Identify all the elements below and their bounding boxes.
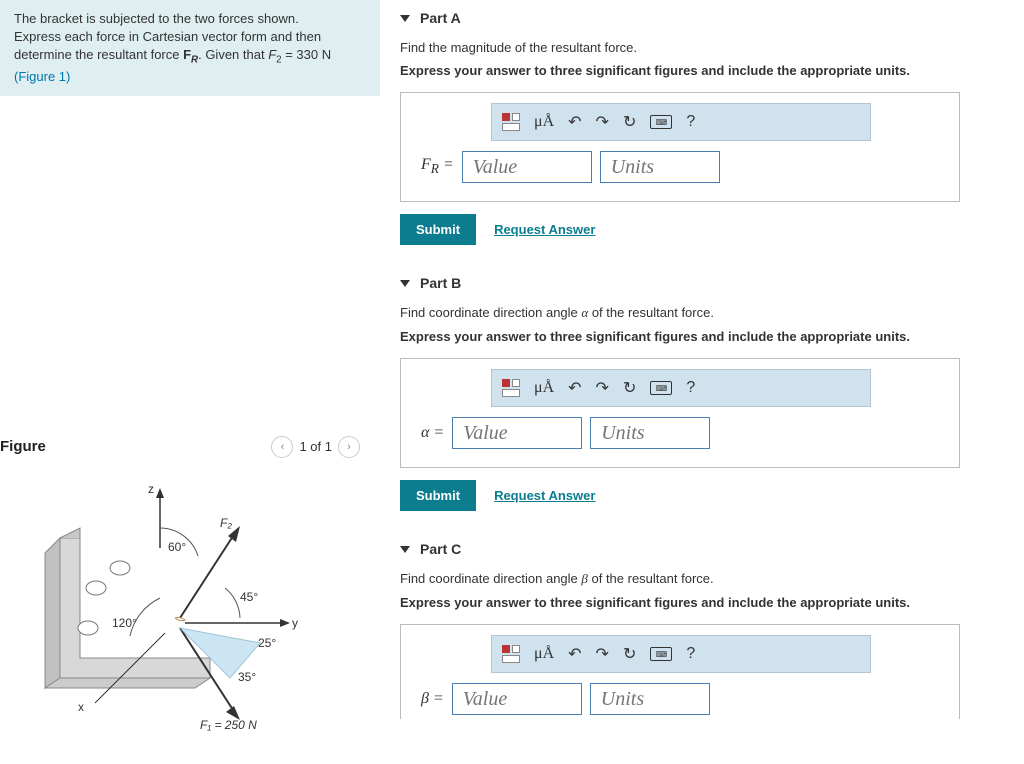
format-toolbar: μÅ ↶ ↷ ↻ ⌨ ? [491,369,871,407]
keyboard-icon[interactable]: ⌨ [650,381,672,395]
units-input-a[interactable] [600,151,720,183]
request-answer-link-b[interactable]: Request Answer [494,488,595,503]
redo-icon[interactable]: ↷ [596,112,609,132]
undo-icon[interactable]: ↶ [568,644,581,664]
reset-icon[interactable]: ↻ [623,112,636,132]
figure-pager-text: 1 of 1 [299,439,332,454]
label-60: 60° [168,540,186,554]
answer-box-b: μÅ ↶ ↷ ↻ ⌨ ? α = [400,358,960,468]
part-c-title: Part C [420,541,461,557]
templates-icon[interactable] [502,645,520,663]
label-25: 25° [258,636,276,650]
answer-box-c: μÅ ↶ ↷ ↻ ⌨ ? β = [400,624,960,719]
part-c: Part C Find coordinate direction angle β… [400,541,1004,719]
units-input-c[interactable] [590,683,710,715]
label-x: x [78,700,84,714]
units-input-b[interactable] [590,417,710,449]
problem-line3-prefix: determine the resultant force [14,47,183,62]
label-35: 35° [238,670,256,684]
help-icon[interactable]: ? [686,113,695,131]
part-b-instruction: Find coordinate direction angle α of the… [400,305,1004,321]
figure-link[interactable]: (Figure 1) [14,69,70,84]
problem-line3-mid: . Given that [198,47,268,62]
figure-prev-button[interactable]: ‹ [271,436,293,458]
part-a-title: Part A [420,10,461,26]
format-toolbar: μÅ ↶ ↷ ↻ ⌨ ? [491,635,871,673]
var-label-c: β = [421,690,444,708]
figure-title: Figure [0,438,46,455]
collapse-icon[interactable] [400,546,410,553]
problem-line3-val: = 330 N [282,47,332,62]
undo-icon[interactable]: ↶ [568,378,581,398]
units-picker-icon[interactable]: μÅ [534,113,554,131]
reset-icon[interactable]: ↻ [623,378,636,398]
redo-icon[interactable]: ↷ [596,378,609,398]
var-label-a: FR = [421,156,454,177]
part-b: Part B Find coordinate direction angle α… [400,275,1004,511]
templates-icon[interactable] [502,379,520,397]
answer-box-a: μÅ ↶ ↷ ↻ ⌨ ? FR = [400,92,960,202]
problem-statement: The bracket is subjected to the two forc… [0,0,380,96]
value-input-a[interactable] [462,151,592,183]
part-b-title: Part B [420,275,461,291]
problem-line1: The bracket is subjected to the two forc… [14,11,299,26]
label-z: z [148,482,154,496]
undo-icon[interactable]: ↶ [568,112,581,132]
submit-button-a[interactable]: Submit [400,214,476,245]
units-picker-icon[interactable]: μÅ [534,645,554,663]
problem-line2: Express each force in Cartesian vector f… [14,29,321,44]
collapse-icon[interactable] [400,280,410,287]
value-input-b[interactable] [452,417,582,449]
part-a-instruction: Find the magnitude of the resultant forc… [400,40,1004,55]
keyboard-icon[interactable]: ⌨ [650,115,672,129]
help-icon[interactable]: ? [686,379,695,397]
label-120: 120° [112,616,137,630]
help-icon[interactable]: ? [686,645,695,663]
units-picker-icon[interactable]: μÅ [534,379,554,397]
figure-next-button[interactable]: › [338,436,360,458]
reset-icon[interactable]: ↻ [623,644,636,664]
label-45: 45° [240,590,258,604]
redo-icon[interactable]: ↷ [596,644,609,664]
f2-symbol: F [268,47,276,62]
part-a-sub: Express your answer to three significant… [400,63,1004,78]
collapse-icon[interactable] [400,15,410,22]
submit-button-b[interactable]: Submit [400,480,476,511]
figure-pager: ‹ 1 of 1 › [271,436,360,458]
var-label-b: α = [421,424,444,442]
label-f2: F₂ [220,516,232,530]
format-toolbar: μÅ ↶ ↷ ↻ ⌨ ? [491,103,871,141]
part-a: Part A Find the magnitude of the resulta… [400,10,1004,245]
request-answer-link-a[interactable]: Request Answer [494,222,595,237]
part-b-sub: Express your answer to three significant… [400,329,1004,344]
figure-diagram: z y x F₂ 60° 120° 45° 25° 35° F₁ = 250 N [0,478,340,738]
value-input-c[interactable] [452,683,582,715]
templates-icon[interactable] [502,113,520,131]
keyboard-icon[interactable]: ⌨ [650,647,672,661]
part-c-instruction: Find coordinate direction angle β of the… [400,571,1004,587]
label-y: y [292,616,298,630]
part-c-sub: Express your answer to three significant… [400,595,1004,610]
label-f1: F₁ = 250 N [200,718,257,732]
fr-symbol: F [183,47,191,62]
